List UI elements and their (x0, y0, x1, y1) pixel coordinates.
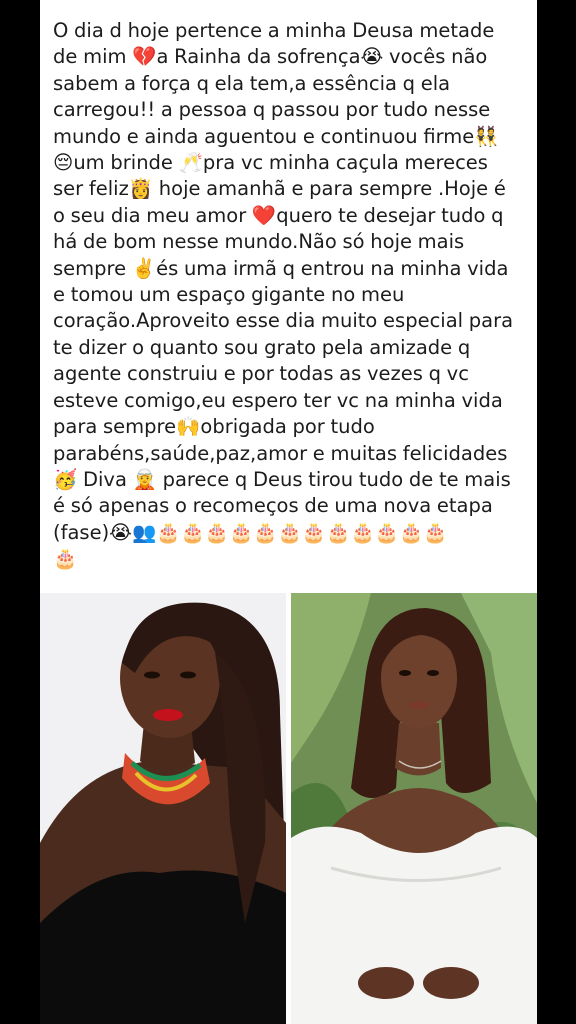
portrait-illustration-right (291, 593, 537, 1024)
post-card: O dia d hoje pertence a minha Deusa meta… (40, 0, 537, 1024)
portrait-illustration-left (40, 593, 286, 1024)
photo-left[interactable] (40, 593, 286, 1024)
photo-right[interactable] (291, 593, 537, 1024)
post-caption-text: O dia d hoje pertence a minha Deusa meta… (53, 19, 514, 571)
